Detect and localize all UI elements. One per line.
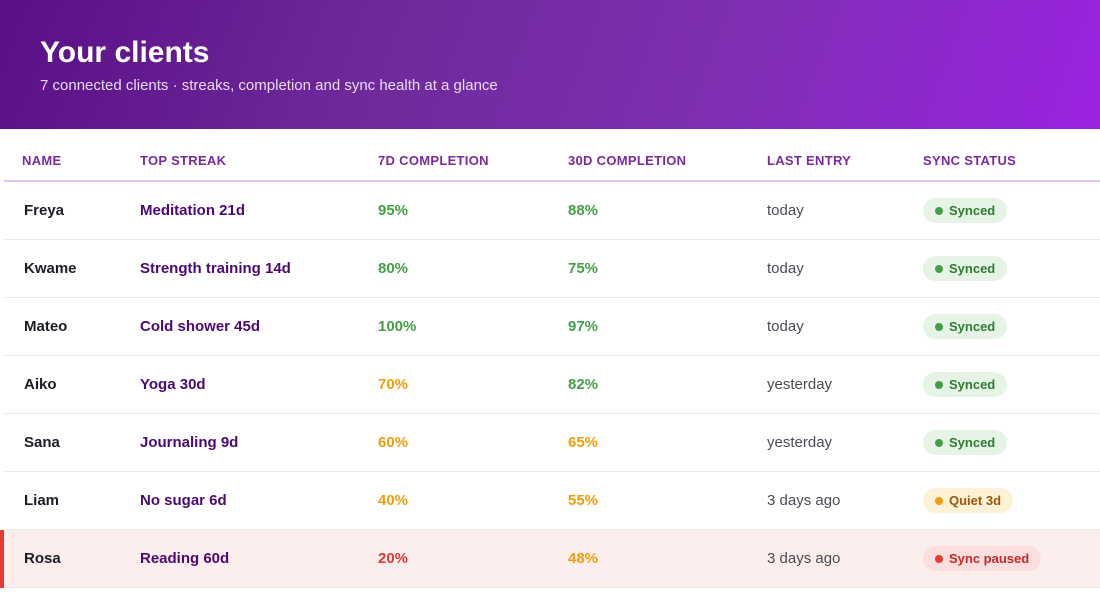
last-entry: today: [767, 259, 804, 277]
last-entry: 3 days ago: [767, 549, 841, 567]
column-header-last-entry[interactable]: LAST ENTRY: [767, 153, 923, 168]
table-row[interactable]: Aiko Yoga 30d 70% 82% yesterday Synced: [4, 356, 1100, 414]
sync-status-label: Synced: [949, 203, 996, 218]
top-streak: Cold shower 45d: [140, 317, 261, 335]
completion-7d: 95%: [378, 201, 409, 219]
completion-30d: 97%: [568, 317, 599, 335]
top-streak: Meditation 21d: [140, 201, 246, 219]
sync-status-badge: Synced: [923, 314, 1008, 339]
completion-30d: 55%: [568, 491, 599, 509]
column-header-name[interactable]: NAME: [4, 153, 140, 168]
table-header: NAME TOP STREAK 7D COMPLETION 30D COMPLE…: [4, 129, 1100, 182]
completion-7d: 20%: [378, 549, 409, 567]
last-entry: today: [767, 201, 804, 219]
top-streak: Journaling 9d: [140, 433, 239, 451]
sync-status-badge: Synced: [923, 198, 1008, 223]
completion-30d: 65%: [568, 433, 599, 451]
completion-7d: 60%: [378, 433, 409, 451]
sync-status-badge: Quiet 3d: [923, 488, 1014, 513]
completion-7d: 70%: [378, 375, 409, 393]
top-streak: Reading 60d: [140, 549, 230, 567]
sync-status-label: Synced: [949, 261, 996, 276]
page-subtitle: 7 connected clients · streaks, completio…: [40, 77, 498, 94]
table-row[interactable]: Freya Meditation 21d 95% 88% today Synce…: [4, 182, 1100, 240]
client-name: Kwame: [24, 259, 77, 277]
completion-30d: 75%: [568, 259, 599, 277]
completion-7d: 80%: [378, 259, 409, 277]
completion-30d: 88%: [568, 201, 599, 219]
status-dot-icon: [935, 380, 943, 389]
client-name: Liam: [24, 491, 60, 509]
table-row[interactable]: Kwame Strength training 14d 80% 75% toda…: [4, 240, 1100, 298]
column-header-7d-completion[interactable]: 7D COMPLETION: [378, 153, 568, 168]
column-header-top-streak[interactable]: TOP STREAK: [140, 153, 378, 168]
sync-status-badge: Synced: [923, 372, 1008, 397]
sync-status-label: Quiet 3d: [949, 493, 1002, 508]
status-dot-icon: [935, 496, 943, 505]
completion-30d: 48%: [568, 549, 599, 567]
client-name: Aiko: [24, 375, 57, 393]
status-dot-icon: [935, 264, 943, 273]
page-header: Your clients 7 connected clients · strea…: [0, 0, 1100, 129]
client-name: Sana: [24, 433, 60, 451]
table-row[interactable]: Sana Journaling 9d 60% 65% yesterday Syn…: [4, 414, 1100, 472]
table-row[interactable]: Rosa Reading 60d 20% 48% 3 days ago Sync…: [0, 530, 1100, 588]
status-dot-icon: [935, 438, 943, 447]
table-body: Freya Meditation 21d 95% 88% today Synce…: [0, 182, 1100, 588]
table-row[interactable]: Mateo Cold shower 45d 100% 97% today Syn…: [4, 298, 1100, 356]
top-streak: Strength training 14d: [140, 259, 291, 277]
status-dot-icon: [935, 554, 943, 563]
page-title: Your clients: [40, 36, 210, 69]
status-dot-icon: [935, 206, 943, 215]
completion-7d: 100%: [378, 317, 417, 335]
table-row[interactable]: Liam No sugar 6d 40% 55% 3 days ago Quie…: [4, 472, 1100, 530]
column-header-sync-status[interactable]: SYNC STATUS: [923, 153, 1096, 168]
sync-status-badge: Sync paused: [923, 546, 1042, 571]
last-entry: yesterday: [767, 375, 833, 393]
sync-status-label: Synced: [949, 319, 996, 334]
top-streak: Yoga 30d: [140, 375, 206, 393]
client-name: Rosa: [24, 549, 61, 567]
completion-30d: 82%: [568, 375, 599, 393]
last-entry: yesterday: [767, 433, 833, 451]
client-name: Mateo: [24, 317, 68, 335]
sync-status-label: Synced: [949, 377, 996, 392]
clients-table: NAME TOP STREAK 7D COMPLETION 30D COMPLE…: [0, 129, 1100, 588]
column-header-30d-completion[interactable]: 30D COMPLETION: [568, 153, 767, 168]
sync-status-badge: Synced: [923, 256, 1008, 281]
sync-status-label: Sync paused: [949, 551, 1030, 566]
top-streak: No sugar 6d: [140, 491, 227, 509]
sync-status-badge: Synced: [923, 430, 1008, 455]
last-entry: today: [767, 317, 804, 335]
status-dot-icon: [935, 322, 943, 331]
last-entry: 3 days ago: [767, 491, 841, 509]
sync-status-label: Synced: [949, 435, 996, 450]
completion-7d: 40%: [378, 491, 409, 509]
client-name: Freya: [24, 201, 65, 219]
